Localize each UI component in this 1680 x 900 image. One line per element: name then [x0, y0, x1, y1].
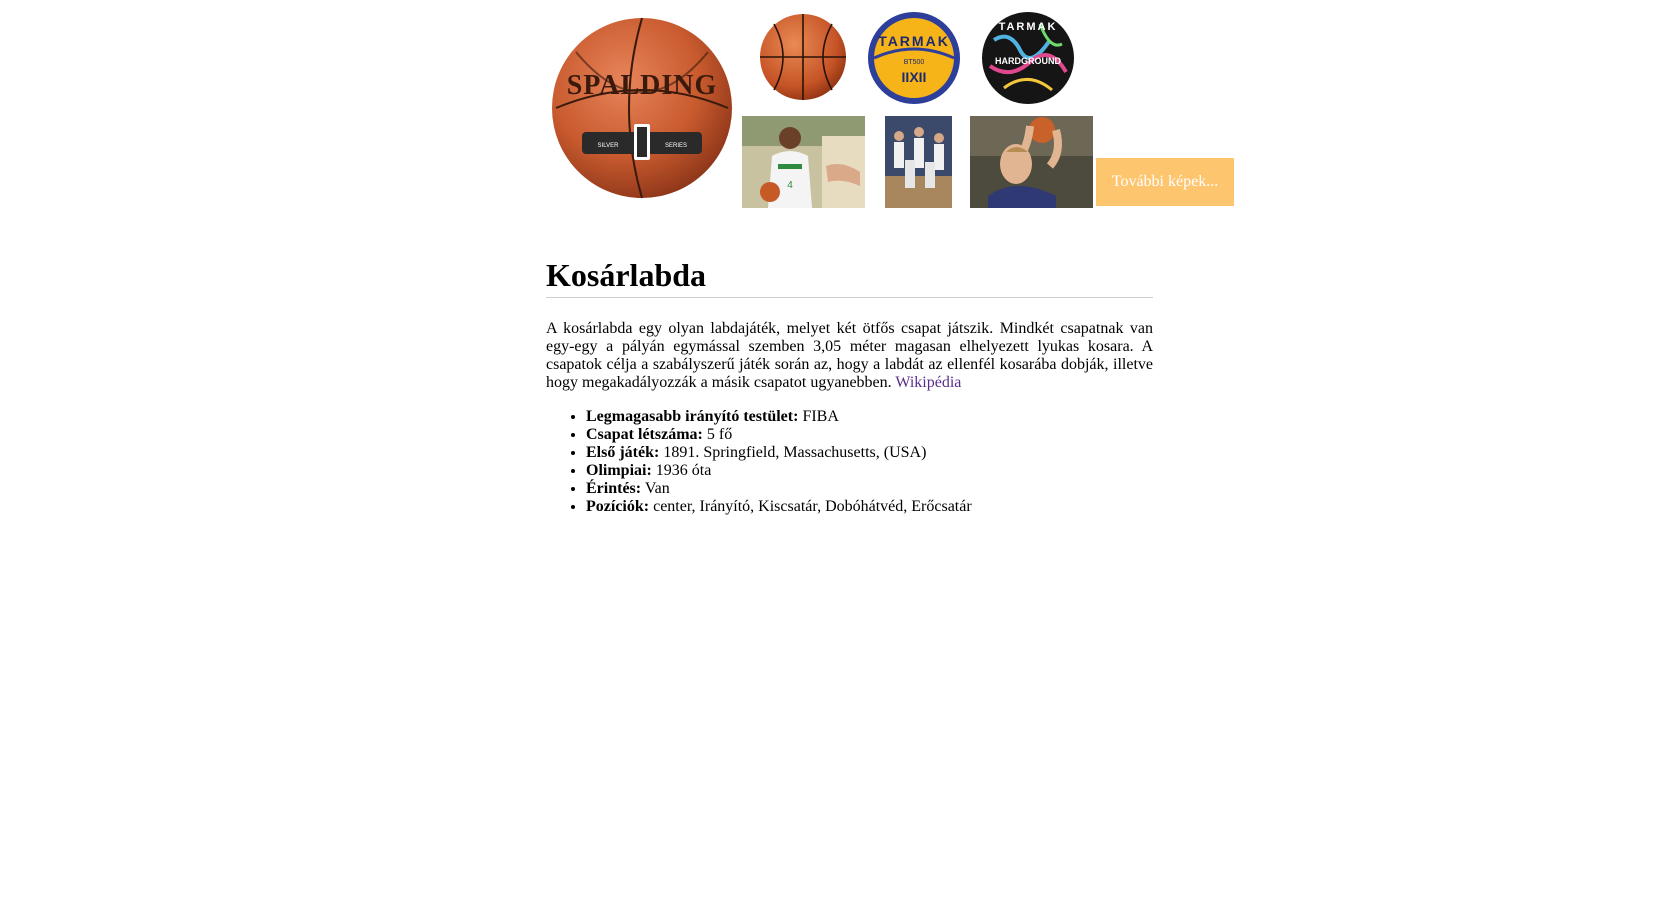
list-item: Érintés: Van [586, 480, 1153, 498]
list-item: Csapat létszáma: 5 fő [586, 426, 1153, 444]
svg-text:TARMAK: TARMAK [878, 33, 950, 49]
gallery-image-player-2[interactable] [970, 116, 1093, 208]
image-gallery: SPALDING SILVER SERIES TARMAK BT500 IIXI… [546, 0, 1246, 215]
gallery-image-team[interactable] [885, 116, 952, 208]
gallery-image-player-1[interactable]: 4 [742, 116, 865, 208]
svg-text:SERIES: SERIES [665, 143, 687, 149]
spalding-logo-text: SPALDING [567, 70, 718, 101]
more-images-button[interactable]: További képek... [1096, 158, 1234, 206]
fact-value: center, Irányító, Kiscsatár, Dobóhátvéd,… [653, 498, 972, 515]
facts-list: Legmagasabb irányító testület: FIBA Csap… [546, 408, 1153, 516]
fact-label: Legmagasabb irányító testület: [586, 408, 799, 425]
svg-text:4: 4 [787, 180, 793, 191]
gallery-image-spalding-ball[interactable]: SPALDING SILVER SERIES [546, 12, 738, 204]
svg-text:IIXII: IIXII [902, 69, 927, 85]
description-text: A kosárlabda egy olyan labdajáték, melye… [546, 320, 1153, 391]
fact-value: 1936 óta [655, 462, 712, 479]
article: Kosárlabda A kosárlabda egy olyan labdaj… [546, 255, 1153, 516]
gallery-image-orange-ball[interactable] [758, 12, 848, 102]
fact-value: 5 fő [706, 426, 733, 443]
fact-label: Csapat létszáma: [586, 426, 703, 443]
fact-value: Van [644, 480, 670, 497]
fact-value: FIBA [802, 408, 839, 425]
page: SPALDING SILVER SERIES TARMAK BT500 IIXI… [546, 0, 1246, 516]
svg-text:HARDGROUND: HARDGROUND [995, 56, 1061, 66]
fact-label: Olimpiai: [586, 462, 652, 479]
wikipedia-link[interactable]: Wikipédia [895, 374, 961, 391]
list-item: Pozíciók: center, Irányító, Kiscsatár, D… [586, 498, 1153, 516]
gallery-image-tarmak-hardground-ball[interactable]: TARMAK HARDGROUND [980, 10, 1076, 106]
svg-text:BT500: BT500 [904, 59, 925, 66]
fact-value: 1891. Springfield, Massachusetts, (USA) [663, 444, 927, 461]
svg-text:TARMAK: TARMAK [999, 21, 1058, 33]
page-title: Kosárlabda [546, 255, 1153, 298]
fact-label: Érintés: [586, 480, 642, 497]
list-item: Első játék: 1891. Springfield, Massachus… [586, 444, 1153, 462]
svg-text:SILVER: SILVER [598, 143, 620, 149]
description: A kosárlabda egy olyan labdajáték, melye… [546, 320, 1153, 392]
list-item: Olimpiai: 1936 óta [586, 462, 1153, 480]
fact-label: Első játék: [586, 444, 660, 461]
gallery-image-tarmak-bt500-ball[interactable]: TARMAK BT500 IIXII [866, 10, 962, 106]
fact-label: Pozíciók: [586, 498, 650, 515]
list-item: Legmagasabb irányító testület: FIBA [586, 408, 1153, 426]
